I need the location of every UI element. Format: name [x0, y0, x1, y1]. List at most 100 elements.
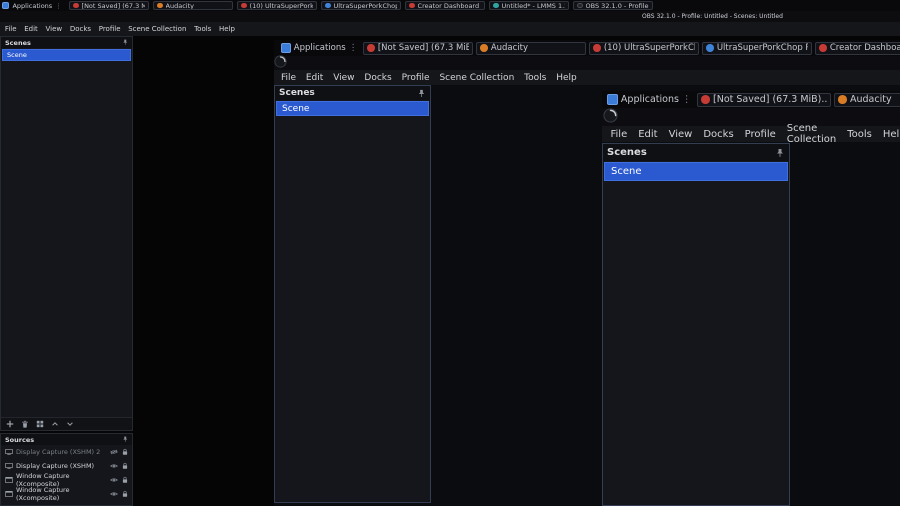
preview-area[interactable]: Applications ⋮ [Not Saved] (67.3 MiB)...…: [133, 36, 900, 506]
taskbar-window-button[interactable]: UltraSuperPorkChop Pre...: [320, 1, 401, 10]
captured-system-taskbar: Applications ⋮ [Not Saved] (67.3 MiB)...…: [602, 91, 900, 108]
red-app-dot-icon: [701, 95, 710, 104]
scenes-dock-title: Scenes: [5, 38, 31, 47]
window-button-label: Untitled* - LMMS 1.2.2: [501, 1, 565, 10]
menu-item-docks[interactable]: Docks: [66, 25, 95, 33]
capture-mirror-level1: Applications ⋮ [Not Saved] (67.3 MiB)...…: [274, 40, 900, 506]
visibility-toggle[interactable]: [110, 463, 118, 469]
grid-mode-button[interactable]: [36, 420, 44, 428]
menu-item-file[interactable]: File: [1, 25, 20, 33]
pin-icon[interactable]: [122, 436, 129, 443]
taskbar-overflow-dots: ⋮: [55, 1, 62, 10]
taskbar-window-button[interactable]: OBS 32.1.0 - Profile: Unt...: [572, 1, 653, 10]
window-button-label: [Not Saved] (67.3 MiB)...: [81, 1, 145, 10]
remove-scene-button[interactable]: [21, 420, 29, 428]
chevron-down-icon: [67, 422, 73, 426]
applications-menu[interactable]: Applications ⋮: [2, 2, 62, 10]
window-button-label: OBS 32.1.0 - Profile: Unt...: [585, 1, 649, 10]
captured-window-button-label: Creator Dashboard - itc...: [829, 43, 900, 53]
trash-icon: [22, 420, 28, 428]
captured-menu-item-help: Help: [556, 72, 577, 83]
source-label: Display Capture (XSHM): [16, 462, 95, 470]
obs-menubar: File Edit View Docks Profile Scene Colle…: [0, 22, 900, 36]
blue-app-dot-icon: [706, 44, 714, 52]
menu-item-scene-collection[interactable]: Scene Collection: [124, 25, 190, 33]
window-button-label: (10) UltraSuperPorkCho...: [249, 1, 313, 10]
captured-window-button-label: Audacity: [490, 43, 529, 53]
source-row[interactable]: Window Capture (Xcomposite): [1, 472, 132, 488]
visibility-toggle[interactable]: [110, 449, 118, 455]
scenes-toolbar: [1, 417, 132, 430]
source-row[interactable]: Display Capture (XSHM): [1, 459, 132, 473]
visibility-toggle[interactable]: [110, 491, 118, 497]
lock-toggle[interactable]: [122, 476, 128, 484]
captured-titlebar: [274, 56, 900, 70]
pin-icon: [417, 89, 426, 98]
scene-item[interactable]: Scene: [2, 49, 131, 61]
menu-item-tools[interactable]: Tools: [190, 25, 215, 33]
captured-window-button-label: [Not Saved] (67.3 MiB)...: [713, 94, 828, 105]
capture-spinner-icon: [603, 108, 618, 123]
applications-menu-icon: [281, 43, 291, 53]
captured-menu-item-help: Help: [882, 128, 900, 140]
source-label: Display Capture (XSHM) 2: [16, 448, 101, 456]
source-row[interactable]: Display Capture (XSHM) 2: [1, 445, 132, 459]
menu-item-view[interactable]: View: [42, 25, 66, 33]
chevron-up-icon: [52, 422, 58, 426]
lock-icon: [122, 448, 128, 455]
move-scene-down-button[interactable]: [66, 420, 74, 428]
taskbar-window-button[interactable]: Untitled* - LMMS 1.2.2: [488, 1, 569, 10]
captured-window-button-label: UltraSuperPorkChop Pre...: [716, 43, 808, 53]
red-app-dot-icon: [367, 44, 375, 52]
lock-icon: [122, 476, 128, 483]
captured-menu-item-scene-collection: Scene Collection: [439, 72, 515, 83]
captured-window-button: (10) UltraSuperPorkCho...: [589, 41, 700, 55]
captured-applications-label: Applications: [293, 43, 346, 53]
captured-window-button-label: Audacity: [850, 94, 892, 105]
lock-toggle[interactable]: [122, 462, 128, 470]
captured-scenes-dock-header: Scenes: [603, 144, 789, 161]
menu-item-help[interactable]: Help: [215, 25, 239, 33]
eye-icon: [110, 492, 118, 496]
applications-menu-label: Applications: [12, 1, 53, 10]
red-app-dot-icon: [72, 2, 79, 9]
lock-toggle[interactable]: [122, 490, 128, 498]
window-button-label: Creator Dashboard - itc...: [417, 1, 481, 10]
captured-window-button: [Not Saved] (67.3 MiB)...: [363, 41, 474, 55]
captured-system-taskbar: Applications ⋮ [Not Saved] (67.3 MiB)...…: [274, 40, 900, 56]
captured-applications-label: Applications: [620, 94, 679, 105]
move-scene-up-button[interactable]: [51, 420, 59, 428]
taskbar-window-button[interactable]: (10) UltraSuperPorkCho...: [236, 1, 317, 10]
lock-icon: [122, 462, 128, 469]
lock-icon: [122, 490, 128, 497]
window-icon: [5, 476, 13, 484]
captured-menu-item-view: View: [333, 72, 355, 83]
visibility-toggle[interactable]: [110, 477, 118, 483]
captured-scenes-dock-title: Scenes: [607, 147, 647, 158]
captured-menu-item-edit: Edit: [638, 128, 658, 140]
lock-toggle[interactable]: [122, 448, 128, 456]
taskbar-window-button[interactable]: Audacity: [152, 1, 233, 10]
captured-scenes-dock: Scenes Scene: [602, 143, 790, 506]
obs-titlebar[interactable]: OBS 32.1.0 - Profile: Untitled - Scenes:…: [0, 11, 900, 22]
eye-icon: [110, 464, 118, 468]
taskbar-window-button[interactable]: Creator Dashboard - itc...: [404, 1, 485, 10]
captured-menu-item-profile: Profile: [744, 128, 776, 140]
monitor-icon: [5, 448, 13, 456]
pin-icon: [775, 148, 785, 158]
captured-menu-item-docks: Docks: [364, 72, 392, 83]
captured-titlebar: [602, 108, 900, 126]
add-scene-button[interactable]: [6, 420, 14, 428]
menu-item-edit[interactable]: Edit: [20, 25, 41, 33]
red-app-dot-icon: [408, 2, 415, 9]
pin-icon[interactable]: [122, 39, 129, 46]
menu-item-profile[interactable]: Profile: [95, 25, 124, 33]
captured-scene-item: Scene: [604, 162, 788, 181]
taskbar-window-button[interactable]: [Not Saved] (67.3 MiB)...: [68, 1, 149, 10]
window-icon: [5, 490, 13, 498]
captured-menu-item-view: View: [668, 128, 693, 140]
system-taskbar: Applications ⋮ [Not Saved] (67.3 MiB)...…: [0, 0, 900, 11]
source-label: Window Capture (Xcomposite): [16, 486, 70, 502]
captured-scene-item-label: Scene: [611, 166, 642, 177]
source-row[interactable]: Window Capture (Xcomposite): [1, 486, 132, 502]
